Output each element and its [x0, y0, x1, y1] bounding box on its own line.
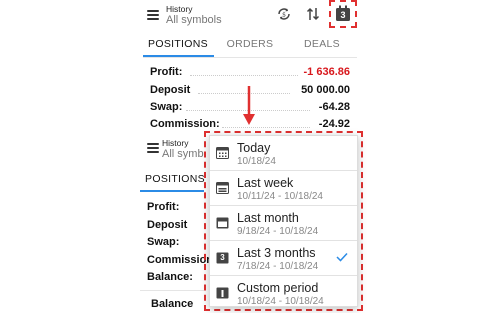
- deposit-value: 50 000.00: [301, 84, 350, 96]
- deposit-label: Deposit: [150, 84, 191, 96]
- symbol-filter[interactable]: All symbols: [166, 14, 222, 27]
- menu-item-label: Last week: [237, 176, 294, 190]
- tabs-divider: [143, 57, 357, 58]
- footer-divider: [140, 290, 204, 291]
- svg-text:$: $: [282, 12, 286, 19]
- profit-label: Profit:: [150, 66, 183, 78]
- calendar-week-icon: [216, 182, 229, 194]
- menu-item-date: 9/18/24 - 10/18/24: [237, 226, 319, 237]
- menu-item-last-week[interactable]: Last week 10/11/24 - 10/18/24: [210, 171, 357, 206]
- tab-orders[interactable]: ORDERS: [215, 38, 285, 50]
- balance-footer-label: Balance: [151, 298, 194, 310]
- balance-label: Balance:: [147, 271, 193, 283]
- symbol-filter[interactable]: All symbols: [162, 148, 204, 161]
- refresh-icon[interactable]: $: [276, 6, 292, 22]
- calendar-custom-icon: [216, 287, 229, 299]
- menu-item-custom-period[interactable]: Custom period 10/18/24 - 10/18/24: [210, 276, 357, 311]
- menu-item-date: 10/18/24: [237, 156, 276, 167]
- menu-item-date: 10/18/24 - 10/18/24: [237, 296, 324, 307]
- down-arrow-icon: [242, 86, 256, 126]
- commission-label: Commission:: [150, 118, 220, 130]
- menu-icon[interactable]: [147, 10, 159, 20]
- menu-item-last-month[interactable]: Last month 9/18/24 - 10/18/24: [210, 206, 357, 241]
- page-title: History: [166, 4, 193, 14]
- tab-active-indicator: [140, 190, 204, 192]
- checkmark-icon: [336, 252, 348, 262]
- menu-icon[interactable]: [147, 143, 159, 153]
- period-menu: Today 10/18/24 Last week 10/11/24 - 10/1…: [209, 135, 358, 307]
- calendar-month-icon: [216, 217, 229, 229]
- swap-value: -64.28: [318, 101, 350, 113]
- profit-value: -1 636.86: [303, 66, 350, 78]
- tab-positions[interactable]: POSITIONS: [140, 173, 210, 185]
- calendar-badge: 3: [340, 10, 346, 20]
- sort-icon[interactable]: [305, 6, 321, 22]
- menu-item-label: Last 3 months: [237, 246, 316, 260]
- calendar-3-icon: 3: [216, 251, 229, 264]
- calendar-badge: 3: [220, 253, 225, 262]
- row-dots: [222, 127, 310, 128]
- calendar-day-icon: [216, 147, 229, 159]
- menu-item-label: Custom period: [237, 281, 319, 295]
- page-title: History: [162, 138, 189, 148]
- menu-item-last-3-months[interactable]: 3 Last 3 months 7/18/24 - 10/18/24: [210, 241, 357, 276]
- menu-item-label: Last month: [237, 211, 299, 225]
- menu-item-label: Today: [237, 141, 271, 155]
- swap-label: Swap:: [150, 101, 183, 113]
- menu-item-date: 10/11/24 - 10/18/24: [237, 191, 323, 202]
- deposit-label: Deposit: [147, 219, 188, 231]
- calendar-icon[interactable]: 3: [335, 5, 351, 22]
- tab-positions[interactable]: POSITIONS: [143, 38, 213, 50]
- tab-deals[interactable]: DEALS: [287, 38, 357, 50]
- commission-value: -24.92: [318, 118, 350, 130]
- swap-label: Swap:: [147, 236, 180, 248]
- profit-label: Profit:: [147, 201, 180, 213]
- row-dots: [190, 75, 298, 76]
- menu-item-date: 7/18/24 - 10/18/24: [237, 261, 319, 272]
- menu-item-today[interactable]: Today 10/18/24: [210, 136, 357, 171]
